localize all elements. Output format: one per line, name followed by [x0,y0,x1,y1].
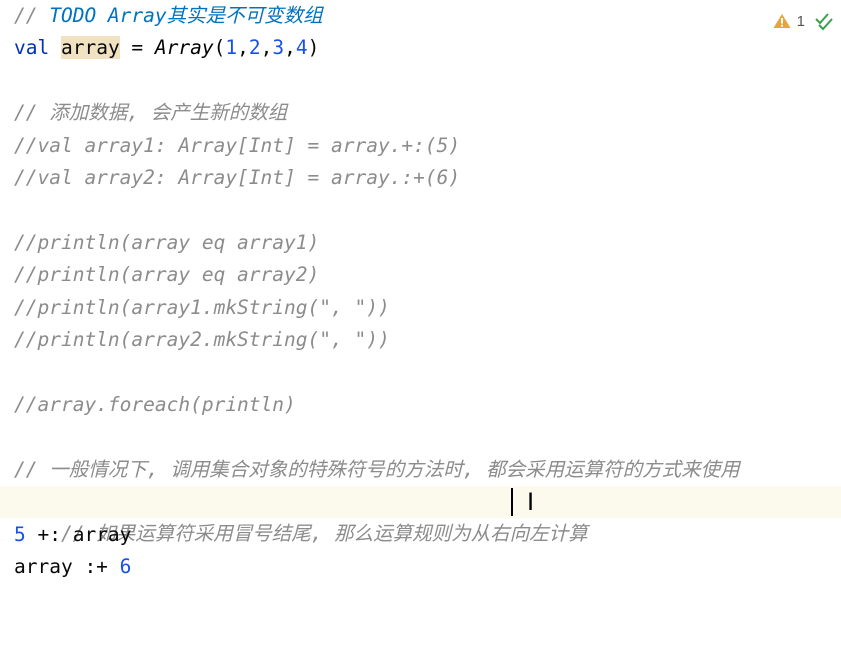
comma: , [284,36,296,59]
code-line-9[interactable]: //println(array eq array2) [0,259,841,291]
code-line-4[interactable]: // 添加数据, 会产生新的数组 [0,97,841,129]
comma: , [237,36,249,59]
paren-open: ( [213,36,226,59]
comma: , [260,36,273,59]
warning-icon [773,13,791,29]
number-literal: 6 [119,555,132,578]
paren-close: ) [307,36,320,59]
todo-keyword: TODO Array [49,4,167,27]
number-literal: 1 [225,36,238,59]
ibeam-cursor-icon: I [527,488,535,516]
array-constructor: Array [154,36,214,59]
variable-array-highlighted: array [60,36,120,59]
code-line-8[interactable]: //println(array eq array1) [0,227,841,259]
code-line-11[interactable]: //println(array2.mkString(", ")) [0,324,841,356]
number-literal: 3 [272,36,285,59]
code-line-6[interactable]: //val array2: Array[Int] = array.:+(6) [0,162,841,194]
number-literal: 2 [248,36,261,59]
number-literal: 5 [14,523,26,546]
code-line-5[interactable]: //val array1: Array[Int] = array.+:(5) [0,130,841,162]
code-line-13[interactable]: //array.foreach(println) [0,389,841,421]
comment-prefix: // [14,4,50,27]
code-line-10[interactable]: //println(array1.mkString(", ")) [0,292,841,324]
todo-text: 其实是不可变数组 [166,4,323,27]
text-caret [511,488,513,516]
prepend-expression: +: array [25,523,132,546]
code-line-2[interactable]: val array = Array(1,2,3,4) [0,32,841,64]
code-line-15[interactable]: // 一般情况下, 调用集合对象的特殊符号的方法时, 都会采用运算符的方式来使用 [0,454,841,486]
keyword-val: val [14,36,50,59]
code-line-1[interactable]: // TODO Array其实是不可变数组 [0,0,841,32]
code-line-18[interactable]: array :+ 6 [0,551,841,583]
warning-count: 1 [796,12,805,30]
append-expression: array :+ [14,555,120,578]
number-literal: 4 [295,36,308,59]
assign-operator: = [119,36,155,59]
inspection-status[interactable]: 1 [773,9,835,33]
double-check-icon [811,11,835,31]
code-line-17[interactable]: 5 +: array [0,519,841,551]
code-line-16-current[interactable]: // 如果运算符采用冒号结尾, 那么运算规则为从右向左计算 I [0,486,841,545]
